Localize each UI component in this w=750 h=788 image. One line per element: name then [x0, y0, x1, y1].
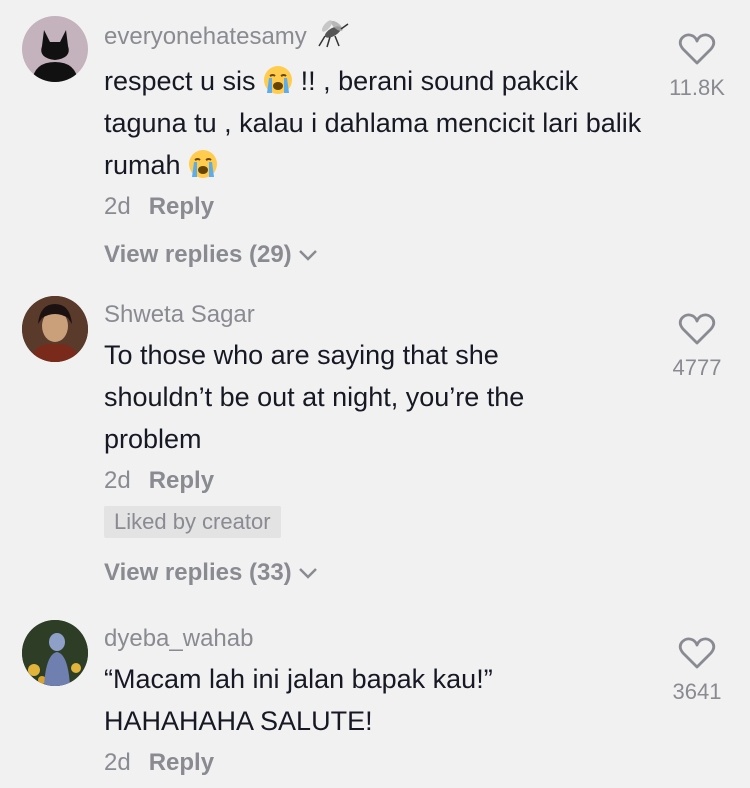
comment-text: “Macam lah ini jalan bapak kau!” HAHAHAH… — [104, 664, 493, 736]
heart-icon[interactable] — [678, 312, 716, 351]
username[interactable]: Shweta Sagar — [104, 300, 664, 330]
like-count: 4777 — [672, 355, 722, 380]
comment-text: respect u sis !! , berani sound pakcik t… — [104, 65, 642, 180]
view-replies-button[interactable]: View replies (29) — [104, 240, 664, 270]
timestamp: 2d — [104, 193, 131, 220]
heart-icon[interactable] — [678, 636, 716, 675]
liked-by-creator-badge: Liked by creator — [104, 506, 281, 538]
comment-meta: 2d Reply — [104, 466, 664, 496]
reply-button[interactable]: Reply — [149, 192, 214, 222]
view-replies-button[interactable]: View replies (33) — [104, 558, 664, 588]
username-text: Shweta Sagar — [104, 301, 255, 328]
username-text: dyeba_wahab — [104, 625, 254, 652]
reply-button[interactable]: Reply — [149, 748, 214, 778]
username-text: everyonehatesamy — [104, 23, 307, 50]
timestamp: 2d — [104, 467, 131, 494]
reply-button[interactable]: Reply — [149, 466, 214, 496]
like-count: 11.8K — [669, 75, 725, 100]
crying-emoji-icon — [263, 65, 293, 95]
avatar[interactable] — [22, 620, 88, 686]
like-count: 3641 — [672, 679, 722, 704]
avatar[interactable] — [22, 296, 88, 362]
avatar[interactable] — [22, 16, 88, 82]
timestamp: 2d — [104, 749, 131, 776]
heart-icon[interactable] — [678, 32, 716, 71]
mosquito-icon — [315, 18, 349, 56]
comment-meta: 2d Reply — [104, 748, 664, 778]
username[interactable]: dyeba_wahab — [104, 624, 664, 654]
chevron-down-icon — [298, 558, 318, 588]
crying-emoji-icon — [188, 149, 218, 179]
comment-text: To those who are saying that she shouldn… — [104, 340, 525, 454]
chevron-down-icon — [298, 240, 318, 270]
username[interactable]: everyonehatesamy — [104, 18, 664, 56]
comment-meta: 2d Reply — [104, 192, 664, 222]
